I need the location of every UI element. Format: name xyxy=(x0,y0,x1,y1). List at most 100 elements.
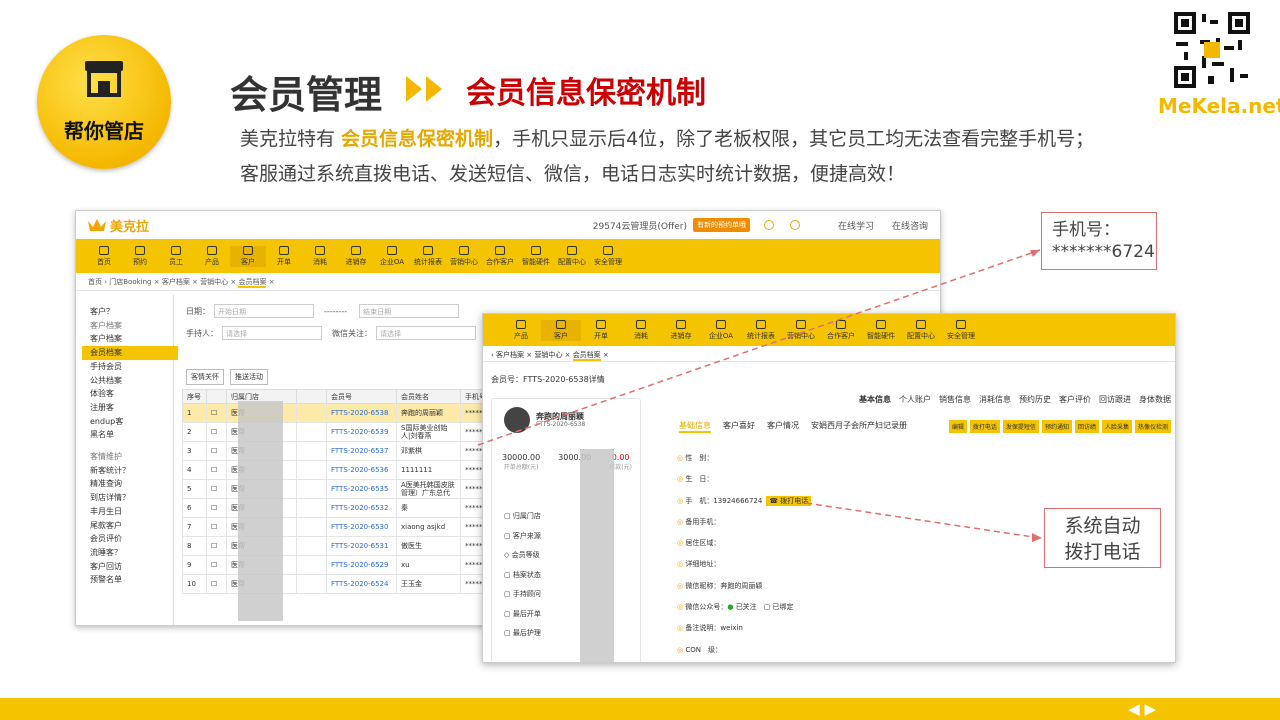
detail-tab[interactable]: 预约历史 xyxy=(1019,394,1051,405)
nav-customer[interactable]: 客户 xyxy=(230,245,266,267)
cell-id[interactable]: FTTS-2020-6530 xyxy=(326,517,397,537)
detail-nav-item[interactable]: 配置中心 xyxy=(901,319,941,341)
detail-nav-item[interactable]: 消耗 xyxy=(621,319,661,341)
cell-id[interactable]: FTTS-2020-6536 xyxy=(326,460,397,480)
start-date-input[interactable]: 开始日期 xyxy=(214,304,314,318)
action-button[interactable]: 预约通知 xyxy=(1041,420,1072,433)
dial-button[interactable]: ☎ 拨打电话 xyxy=(766,495,812,506)
cell-id[interactable]: FTTS-2020-6535 xyxy=(326,479,397,499)
table-row[interactable]: 1☐医帮FTTS-2020-6538奔跑的周丽颖*******6724 xyxy=(182,403,517,423)
table-row[interactable]: 2☐医帮FTTS-2020-6539S国际美业创始人|刘春燕*******708… xyxy=(182,422,517,442)
table-row[interactable]: 6☐医帮FTTS-2020-6532秦*******0388 xyxy=(182,498,517,518)
detail-nav-item[interactable]: 进销存 xyxy=(661,319,701,341)
detail-tab[interactable]: 客户评价 xyxy=(1059,394,1091,405)
action-button[interactable]: 回访绩 xyxy=(1074,420,1099,433)
cell-id[interactable]: FTTS-2020-6529 xyxy=(326,555,397,575)
crumb-member[interactable]: 会员档案 xyxy=(572,351,601,361)
sidebar-item[interactable]: 尾款客户 xyxy=(90,519,173,533)
sub-tab[interactable]: 客户情况 xyxy=(767,420,799,433)
detail-nav-item[interactable]: 统计报表 xyxy=(741,319,781,341)
sidebar-item-active[interactable]: 会员档案 xyxy=(82,346,178,360)
detail-nav-item[interactable]: 客户 xyxy=(541,319,581,341)
crumb-customer[interactable]: 客户档案 xyxy=(162,278,190,286)
nav-home[interactable]: 首页 xyxy=(86,245,122,267)
detail-nav-item[interactable]: 营销中心 xyxy=(781,319,821,341)
sub-tab[interactable]: 客户喜好 xyxy=(723,420,755,433)
nav-inventory[interactable]: 进销存 xyxy=(338,245,374,267)
nav-config[interactable]: 配置中心 xyxy=(554,245,590,267)
cell-id[interactable]: FTTS-2020-6531 xyxy=(326,536,397,556)
nav-staff[interactable]: 员工 xyxy=(158,245,194,267)
user-label[interactable]: 29574云管理员(Offer) xyxy=(593,219,687,232)
row-checkbox[interactable]: ☐ xyxy=(206,555,227,575)
row-checkbox[interactable]: ☐ xyxy=(206,460,227,480)
cell-id[interactable]: FTTS-2020-6539 xyxy=(326,422,397,442)
detail-tab[interactable]: 回访跟进 xyxy=(1099,394,1131,405)
detail-nav-item[interactable]: 合作客户 xyxy=(821,319,861,341)
appointment-tag[interactable]: 有新的预约单哦 xyxy=(692,218,750,232)
detail-tab[interactable]: 身体数据 xyxy=(1139,394,1171,405)
detail-nav-item[interactable]: 开单 xyxy=(581,319,621,341)
sidebar-item[interactable]: 精准查询 xyxy=(90,477,173,491)
cell-id[interactable]: FTTS-2020-6538 xyxy=(326,403,397,423)
slide-nav-arrows[interactable]: ◀ ▶ xyxy=(1128,700,1156,718)
sidebar-item[interactable]: 预警名单 xyxy=(90,573,173,587)
detail-tab[interactable]: 销售信息 xyxy=(939,394,971,405)
nav-security[interactable]: 安全管理 xyxy=(590,245,626,267)
row-checkbox[interactable]: ☐ xyxy=(206,517,227,537)
care-button[interactable]: 客情关怀 xyxy=(186,369,224,385)
nav-oa[interactable]: 企业OA xyxy=(374,245,410,267)
nav-marketing[interactable]: 营销中心 xyxy=(446,245,482,267)
online-consult-link[interactable]: 在线咨询 xyxy=(892,219,928,232)
sidebar-item[interactable]: 公共档案 xyxy=(90,374,173,388)
action-button[interactable]: 发保提短信 xyxy=(1002,420,1039,433)
crumb-marketing[interactable]: 营销中心 xyxy=(534,351,562,359)
detail-tab[interactable]: 个人账户 xyxy=(899,394,931,405)
action-button[interactable]: 编辑 xyxy=(948,420,967,433)
nav-order[interactable]: 开单 xyxy=(266,245,302,267)
nav-booking[interactable]: 预约 xyxy=(122,245,158,267)
row-checkbox[interactable]: ☐ xyxy=(206,498,227,518)
sidebar-item[interactable]: 会员评价 xyxy=(90,532,173,546)
action-button[interactable]: 拨打电话 xyxy=(969,420,1000,433)
sidebar-item[interactable]: 黑名单 xyxy=(90,428,173,442)
sidebar-item[interactable]: 体验客 xyxy=(90,387,173,401)
row-checkbox[interactable]: ☐ xyxy=(206,574,227,594)
crumb-customer[interactable]: 客户档案 xyxy=(496,351,524,359)
table-row[interactable]: 10☐医帮FTTS-2020-6524王玉金*******4155 xyxy=(182,574,517,594)
sub-tab[interactable]: 基础信息 xyxy=(679,420,711,433)
detail-tab[interactable]: 基本信息 xyxy=(859,394,891,405)
detail-nav-item[interactable]: 企业OA xyxy=(701,319,741,341)
row-checkbox[interactable]: ☐ xyxy=(206,422,227,442)
sidebar-item[interactable]: 流睡客？ xyxy=(90,546,173,560)
sidebar-item[interactable]: 客户档案 xyxy=(90,332,173,346)
mail-icon[interactable] xyxy=(789,220,800,230)
sidebar-item[interactable]: 丰月生日 xyxy=(90,505,173,519)
sub-tab[interactable]: 安娟西月子会所产妇记录册 xyxy=(811,420,907,433)
push-button[interactable]: 推送活动 xyxy=(230,369,268,385)
bell-icon[interactable] xyxy=(763,220,774,230)
table-row[interactable]: 9☐医帮FTTS-2020-6529xu*******7890 xyxy=(182,555,517,575)
nav-partners[interactable]: 合作客户 xyxy=(482,245,518,267)
online-learning-link[interactable]: 在线学习 xyxy=(838,219,874,232)
table-row[interactable]: 7☐医帮FTTS-2020-6530xiaong asjkd*******130… xyxy=(182,517,517,537)
nav-product[interactable]: 产品 xyxy=(194,245,230,267)
sidebar-item[interactable]: 客户回访 xyxy=(90,560,173,574)
row-checkbox[interactable]: ☐ xyxy=(206,479,227,499)
detail-nav-item[interactable]: 产品 xyxy=(501,319,541,341)
cell-id[interactable]: FTTS-2020-6532 xyxy=(326,498,397,518)
nav-hardware[interactable]: 智能硬件 xyxy=(518,245,554,267)
cell-id[interactable]: FTTS-2020-6537 xyxy=(326,441,397,461)
detail-nav-item[interactable]: 智能硬件 xyxy=(861,319,901,341)
row-checkbox[interactable]: ☐ xyxy=(206,441,227,461)
cell-id[interactable]: FTTS-2020-6524 xyxy=(326,574,397,594)
action-button[interactable]: 热像仪检测 xyxy=(1134,420,1171,433)
table-row[interactable]: 3☐医帮FTTS-2020-6537邓紫棋*******4151 xyxy=(182,441,517,461)
sidebar-item[interactable]: 注册客 xyxy=(90,401,173,415)
table-row[interactable]: 8☐医帮FTTS-2020-6531傲医生*******5233 xyxy=(182,536,517,556)
table-row[interactable]: 4☐医帮FTTS-2020-65361111111*******1448 xyxy=(182,460,517,480)
nav-reports[interactable]: 统计报表 xyxy=(410,245,446,267)
crumb-booking[interactable]: 门店Booking xyxy=(109,278,151,286)
crumb-marketing[interactable]: 营销中心 xyxy=(200,278,228,286)
row-checkbox[interactable]: ☐ xyxy=(206,403,227,423)
